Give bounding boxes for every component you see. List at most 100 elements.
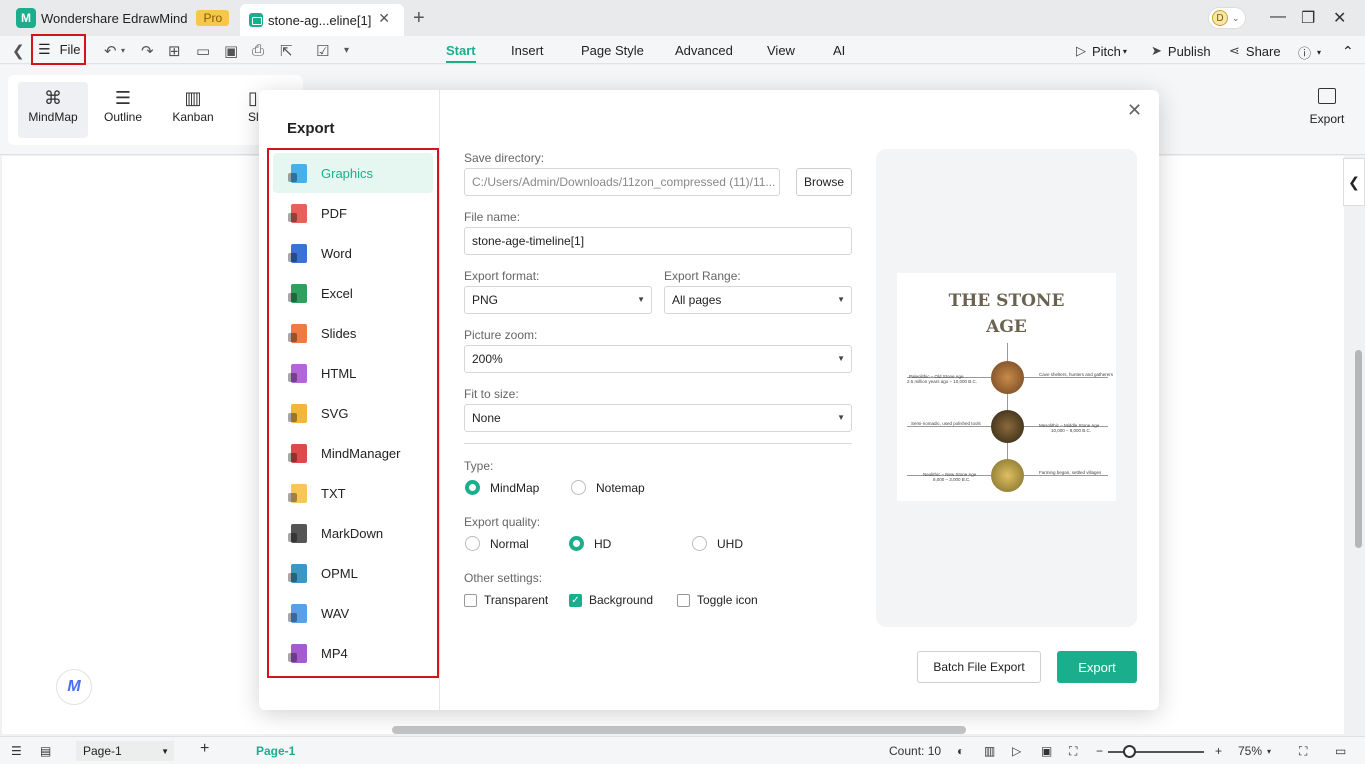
quality-uhd-radio[interactable]: UHD [692, 536, 743, 551]
page-list-icon[interactable]: ▤ [40, 744, 51, 758]
back-icon[interactable]: ❮ [12, 42, 25, 60]
export-range-select[interactable]: All pages ▼ [664, 286, 852, 314]
more-dropdown-icon[interactable]: ▾ [344, 45, 349, 56]
tab-view[interactable]: View [767, 43, 795, 58]
task-check-icon[interactable]: ☑ [316, 42, 329, 60]
format-item-label: Slides [321, 325, 357, 341]
format-item-excel[interactable]: Excel [273, 273, 433, 313]
restore-button[interactable]: ❐ [1301, 8, 1315, 28]
view-outline-button[interactable]: ☰ Outline [88, 82, 158, 138]
close-window-button[interactable]: ✕ [1333, 8, 1346, 28]
page-tab-1[interactable]: Page-1 [256, 744, 295, 758]
save-directory-field[interactable]: C:/Users/Admin/Downloads/11zon_compresse… [464, 168, 780, 196]
radio-circle [569, 536, 584, 551]
zoom-slider-thumb[interactable] [1123, 745, 1136, 758]
toolbar-export-button[interactable]: Export [1305, 85, 1349, 126]
format-item-mindmanager[interactable]: MindManager [273, 433, 433, 473]
new-tab-button[interactable]: + [413, 7, 425, 30]
file-name-field[interactable]: stone-age-timeline[1] [464, 227, 852, 255]
split-view-icon[interactable]: ▭ [1335, 744, 1346, 758]
file-menu-button[interactable]: ☰ File [31, 34, 86, 65]
tab-page-style[interactable]: Page Style [581, 43, 644, 58]
book-view-icon[interactable]: ▥ [984, 744, 995, 758]
add-page-button[interactable]: + [200, 740, 209, 758]
publish-button[interactable]: ➤ Publish [1151, 43, 1211, 59]
tab-start[interactable]: Start [446, 43, 476, 63]
vertical-scrollbar[interactable] [1355, 350, 1362, 548]
file-name-label: File name: [464, 210, 521, 224]
preview-title-line2: AGE [986, 317, 1027, 337]
format-item-graphics[interactable]: Graphics [273, 153, 433, 193]
collapse-ribbon-icon[interactable]: ⌃ [1342, 43, 1354, 60]
pitch-button[interactable]: ▷ Pitch ▾ [1076, 43, 1127, 59]
open-folder-icon[interactable]: ▭ [196, 42, 210, 60]
tab-insert[interactable]: Insert [511, 43, 544, 58]
export-format-select[interactable]: PNG ▼ [464, 286, 652, 314]
format-item-label: MP4 [321, 645, 348, 661]
tab-ai[interactable]: AI [833, 43, 845, 58]
zoom-out-button[interactable]: − [1096, 744, 1103, 758]
type-notemap-radio[interactable]: Notemap [571, 480, 645, 495]
type-mindmap-radio[interactable]: MindMap [465, 480, 539, 495]
play-slideshow-icon[interactable]: ▷ [1012, 744, 1021, 758]
export-share-icon[interactable]: ⇱ [280, 42, 293, 60]
background-checkbox[interactable]: ✓ Background [569, 593, 653, 607]
format-item-word[interactable]: Word [273, 233, 433, 273]
help-button[interactable]: ⓘ ▾ [1298, 43, 1321, 62]
view-mindmap-button[interactable]: ⌘ MindMap [18, 82, 88, 138]
export-icon [1318, 88, 1336, 104]
batch-file-export-button[interactable]: Batch File Export [917, 651, 1041, 683]
format-item-txt[interactable]: TXT [273, 473, 433, 513]
export-button[interactable]: Export [1057, 651, 1137, 683]
format-item-wav[interactable]: WAV [273, 593, 433, 633]
format-item-markdown[interactable]: MarkDown [273, 513, 433, 553]
undo-dropdown-icon[interactable]: ▾ [121, 46, 125, 55]
chevron-down-icon[interactable]: ▾ [1267, 747, 1271, 756]
pro-badge[interactable]: Pro [196, 10, 230, 26]
format-item-pdf[interactable]: PDF [273, 193, 433, 233]
user-avatar[interactable]: D ⌄ [1208, 7, 1246, 29]
view-kanban-button[interactable]: ▥ Kanban [158, 82, 228, 138]
format-item-mp4[interactable]: MP4 [273, 633, 433, 673]
page-select[interactable]: Page-1 ▼ [76, 741, 174, 761]
preview-branch-line [1024, 475, 1108, 476]
minimize-button[interactable]: — [1270, 8, 1286, 26]
quality-normal-radio[interactable]: Normal [465, 536, 529, 551]
checkbox-box [464, 593, 477, 607]
zoom-level[interactable]: 75% [1238, 744, 1262, 758]
close-dialog-icon[interactable]: ✕ [1127, 100, 1142, 121]
quality-hd-radio[interactable]: HD [569, 536, 611, 551]
document-tab[interactable]: stone-ag...eline[1] ✕ [240, 4, 404, 36]
new-file-icon[interactable]: ⊞ [168, 42, 181, 60]
share-button[interactable]: ⋖ Share [1229, 43, 1281, 59]
outline-panel-icon[interactable]: ☰ [11, 744, 22, 758]
checkmark-icon: ✓ [569, 593, 582, 607]
undo-icon[interactable]: ↶ [104, 42, 117, 60]
view-outline-label: Outline [103, 110, 143, 124]
format-item-html[interactable]: HTML [273, 353, 433, 393]
theme-icon[interactable]: ◐ [957, 744, 964, 758]
format-item-slides[interactable]: Slides [273, 313, 433, 353]
zoom-in-button[interactable]: + [1215, 744, 1222, 758]
transparent-checkbox[interactable]: Transparent [464, 593, 548, 607]
ai-assistant-button[interactable]: M [56, 669, 92, 705]
format-item-svg[interactable]: SVG [273, 393, 433, 433]
svg-file-icon [288, 403, 307, 423]
browse-button[interactable]: Browse [796, 168, 852, 196]
toggle-icon-checkbox[interactable]: Toggle icon [677, 593, 758, 607]
fullscreen-fit-icon[interactable]: ⛶ [1069, 744, 1077, 759]
save-icon[interactable]: ▣ [224, 42, 238, 60]
redo-icon[interactable]: ↷ [141, 42, 154, 60]
horizontal-scrollbar[interactable] [392, 726, 966, 734]
preview-branch-line [907, 426, 991, 427]
picture-zoom-select[interactable]: 200% ▼ [464, 345, 852, 373]
print-icon[interactable]: ⎙ [252, 42, 264, 59]
tab-advanced[interactable]: Advanced [675, 43, 733, 58]
fullscreen-icon[interactable]: ⛶ [1299, 744, 1307, 759]
app-tab[interactable]: M Wondershare EdrawMind Pro [0, 0, 241, 36]
fit-page-icon[interactable]: ▣ [1041, 744, 1052, 758]
close-tab-icon[interactable]: ✕ [378, 10, 390, 27]
side-panel-toggle[interactable]: ❮ [1343, 158, 1365, 206]
format-item-opml[interactable]: OPML [273, 553, 433, 593]
fit-to-size-select[interactable]: None ▼ [464, 404, 852, 432]
